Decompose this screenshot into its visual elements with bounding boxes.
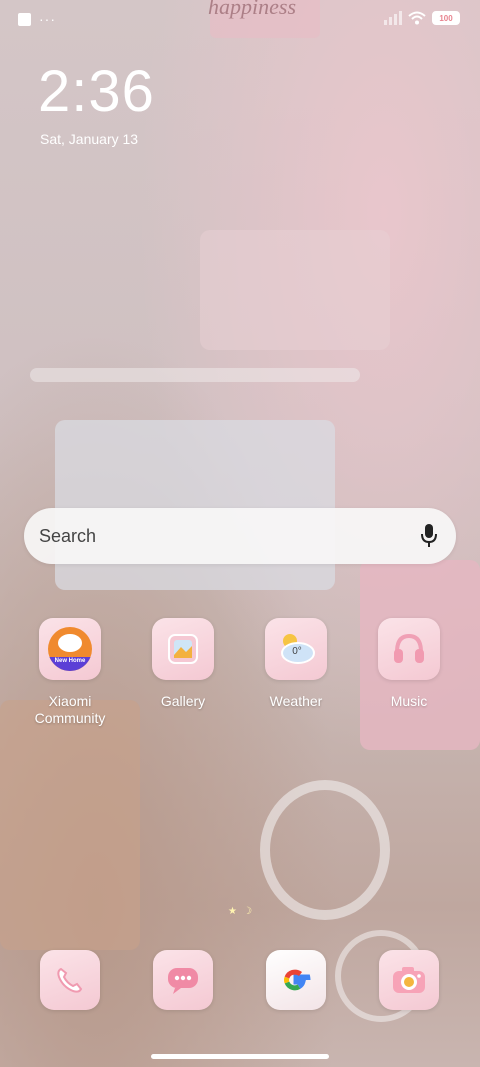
google-icon (266, 950, 326, 1010)
microphone-icon[interactable] (420, 522, 438, 550)
more-notifications-icon: ··· (39, 11, 56, 27)
cellular-signal-icon (384, 11, 402, 25)
weather-temperature: 0° (292, 645, 302, 657)
search-bar[interactable]: Search (24, 508, 456, 564)
dock-camera[interactable] (359, 950, 459, 1010)
app-label: Gallery (160, 693, 206, 709)
new-home-badge: New Home (54, 658, 86, 664)
wifi-icon (408, 11, 426, 25)
app-label: Weather (269, 693, 323, 709)
dock-google[interactable] (246, 950, 346, 1010)
wallpaper-shape (0, 700, 140, 950)
battery-icon: 100 (432, 11, 460, 25)
clock-date[interactable]: Sat, January 13 (40, 131, 138, 147)
app-music[interactable]: Music (359, 618, 459, 710)
page-dot-active-icon: ★ (228, 906, 237, 917)
dock-messages[interactable] (133, 950, 233, 1010)
xiaomi-community-icon: New Home (39, 618, 101, 680)
app-xiaomi-community[interactable]: New Home Xiaomi Community (20, 618, 120, 727)
clock-time[interactable]: 2:36 (38, 58, 155, 125)
wallpaper-shape (55, 420, 335, 590)
phone-icon (40, 950, 100, 1010)
wallpaper-shelf (30, 368, 360, 382)
status-bar: ··· 100 (0, 0, 480, 40)
wallpaper-shape (200, 230, 390, 350)
wallpaper-shape (260, 780, 390, 920)
page-dot-icon: ☽ (242, 906, 252, 917)
messages-icon (153, 950, 213, 1010)
camera-icon (379, 950, 439, 1010)
app-label: Music (390, 693, 428, 709)
app-label: Xiaomi Community (34, 693, 106, 726)
search-placeholder: Search (39, 526, 97, 546)
weather-icon: 0° (265, 618, 327, 680)
app-gallery[interactable]: Gallery (133, 618, 233, 710)
music-icon (378, 618, 440, 680)
page-indicator[interactable]: ★ ☽ (228, 906, 252, 917)
notification-icon (18, 12, 31, 26)
home-indicator[interactable] (151, 1054, 329, 1059)
gallery-icon (152, 618, 214, 680)
dock-phone[interactable] (20, 950, 120, 1010)
app-weather[interactable]: 0° Weather (246, 618, 346, 710)
